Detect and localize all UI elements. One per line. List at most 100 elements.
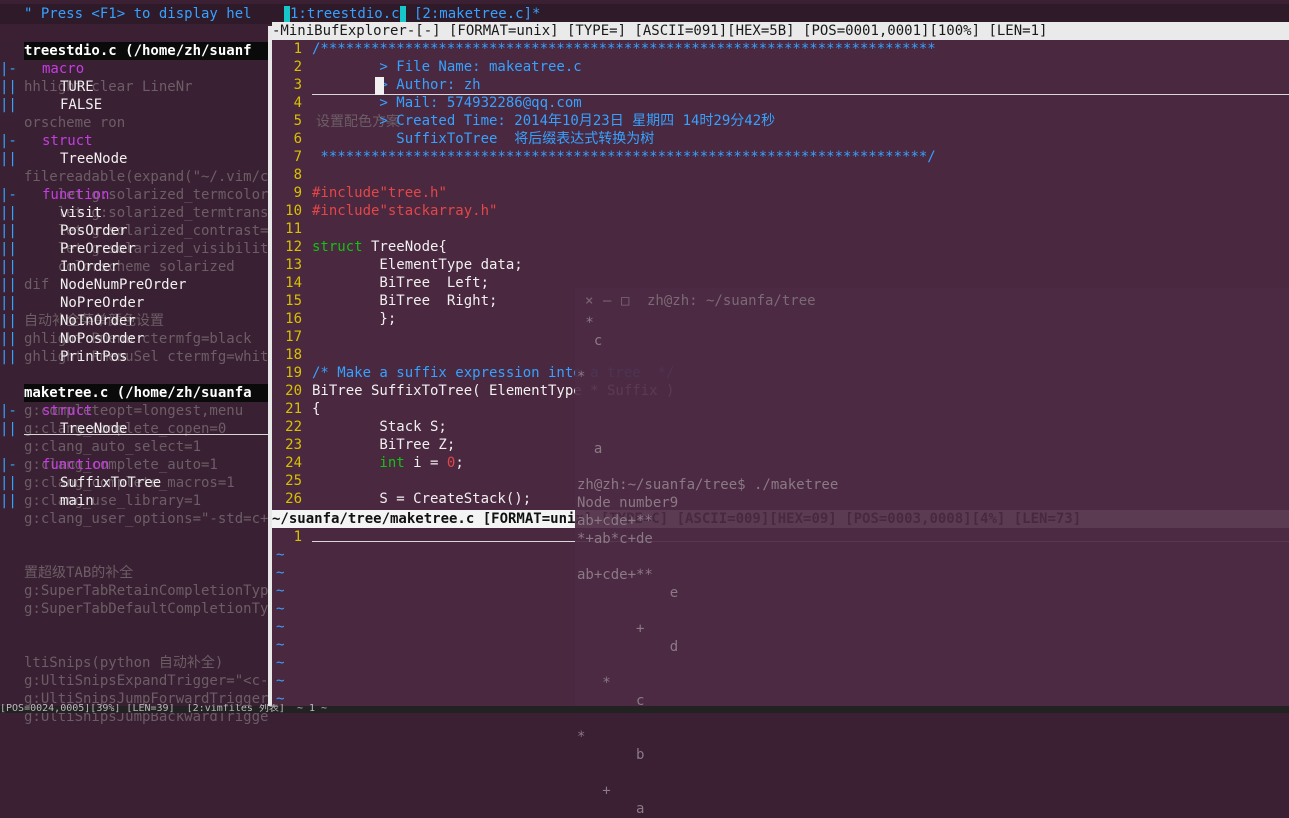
code-token: int bbox=[312, 455, 405, 471]
tag-item[interactable]: TreeNode bbox=[60, 420, 127, 438]
terminal-output[interactable]: * c * a zh@zh:~/suanfa/tree$ ./maketree Nod… bbox=[577, 314, 1287, 818]
line-number: 25 bbox=[285, 473, 302, 489]
fold-marker: |- bbox=[0, 457, 17, 473]
buffer-tab-treestdio[interactable]: 1:treestdio.c bbox=[282, 5, 408, 23]
code-line[interactable]: struct TreeNode{ bbox=[312, 238, 447, 256]
fold-marker: || bbox=[0, 205, 17, 221]
tag-item[interactable]: NodeNumPreOrder bbox=[60, 276, 186, 294]
code-line[interactable]: S = CreateStack(); bbox=[312, 490, 531, 508]
code-line[interactable]: #include"stackarray.h" bbox=[312, 202, 497, 220]
tag-category[interactable]: macro bbox=[42, 60, 84, 78]
terminal-line: * bbox=[577, 315, 594, 331]
minimize-icon[interactable]: – bbox=[603, 292, 611, 310]
terminal-titlebar[interactable]: × – □ zh@zh: ~/suanfa/tree bbox=[575, 288, 1289, 312]
maximize-icon[interactable]: □ bbox=[621, 292, 629, 310]
ghost-line: filereadable(expand("~/.vim/colors/solar… bbox=[24, 169, 268, 185]
text-cursor bbox=[375, 77, 384, 95]
tag-item[interactable]: NoPosOrder bbox=[60, 330, 144, 348]
line-number: 11 bbox=[285, 221, 302, 237]
tag-item[interactable]: FALSE bbox=[60, 96, 102, 114]
tag-item[interactable]: SuffixToTree bbox=[60, 474, 161, 492]
fold-marker: || bbox=[0, 97, 17, 113]
terminal-line: * bbox=[577, 729, 586, 745]
tag-item[interactable]: PrintPos bbox=[60, 348, 127, 366]
fold-marker: || bbox=[0, 241, 17, 257]
terminal-line: e bbox=[577, 585, 679, 601]
taglist-file-header[interactable]: treestdio.c (/home/zh/suanf bbox=[24, 42, 268, 60]
code-line[interactable]: ElementType data; bbox=[312, 256, 522, 274]
tag-item[interactable]: PreOreder bbox=[60, 240, 136, 258]
close-icon[interactable]: × bbox=[585, 292, 593, 310]
tag-item[interactable]: PosOrder bbox=[60, 222, 127, 240]
code-token: struct bbox=[312, 239, 363, 255]
tag-category[interactable]: function bbox=[42, 186, 109, 204]
code-token: SuffixToTree 将后缀表达式转换为树 bbox=[312, 131, 655, 147]
code-line[interactable]: }; bbox=[312, 310, 396, 328]
terminal-line: ab+cde+** bbox=[577, 567, 653, 583]
code-line[interactable]: BiTree Right; bbox=[312, 292, 497, 310]
code-token: #include bbox=[312, 203, 380, 219]
code-line[interactable]: > Author: zh bbox=[312, 76, 480, 94]
tag-category[interactable]: struct bbox=[42, 402, 93, 420]
taglist-file-header[interactable]: maketree.c (/home/zh/suanfa bbox=[24, 384, 268, 402]
tilde-marker: ~ bbox=[276, 601, 285, 617]
line-number: 14 bbox=[285, 275, 302, 291]
terminal-line: ab+cde+** bbox=[577, 513, 653, 529]
line-number: 18 bbox=[285, 347, 302, 363]
line-number: 5 bbox=[293, 113, 302, 129]
terminal-line: c bbox=[577, 333, 603, 349]
tag-category[interactable]: struct bbox=[42, 132, 93, 150]
ghost-line bbox=[24, 528, 268, 546]
code-line[interactable]: > Created Time: 2014年10月23日 星期四 14时29分42… bbox=[312, 112, 775, 130]
fold-marker: |- bbox=[0, 187, 17, 203]
code-line[interactable]: > Mail: 574932286@qq.com bbox=[312, 94, 581, 112]
code-line[interactable]: ****************************************… bbox=[312, 148, 935, 166]
code-line[interactable]: #include"tree.h" bbox=[312, 184, 447, 202]
tag-item[interactable]: TreeNode bbox=[60, 150, 127, 168]
ghost-line: g:SuperTabDefaultCompletionType="<C-X><C… bbox=[24, 601, 268, 617]
terminal-line: b bbox=[577, 747, 645, 763]
code-token: }; bbox=[312, 311, 397, 327]
bottom-status-text: [POS=0024,0005][39%] [LEN=39] [2:vimfile… bbox=[0, 704, 328, 713]
code-line[interactable]: BiTree Left; bbox=[312, 274, 489, 292]
tag-item[interactable]: NoPreOrder bbox=[60, 294, 144, 312]
terminal-line: + bbox=[577, 783, 611, 799]
fold-marker: || bbox=[0, 295, 17, 311]
tag-category[interactable]: function bbox=[42, 456, 109, 474]
code-line[interactable]: > File Name: makeatree.c bbox=[312, 58, 581, 76]
code-line[interactable]: BiTree Z; bbox=[312, 436, 455, 454]
fold-marker: || bbox=[0, 493, 17, 509]
tag-item[interactable]: main bbox=[60, 492, 94, 510]
code-token: BiTree Right; bbox=[312, 293, 498, 309]
code-line[interactable]: Stack S; bbox=[312, 418, 446, 436]
tag-item[interactable]: TURE bbox=[60, 78, 94, 96]
code-token: ; bbox=[455, 455, 464, 471]
fold-marker: |- bbox=[0, 61, 17, 77]
code-token: > Created Time: 2014年10月23日 星期四 14时29分42… bbox=[312, 113, 776, 129]
code-line[interactable]: SuffixToTree 将后缀表达式转换为树 bbox=[312, 130, 654, 148]
tag-item[interactable]: NoInOrder bbox=[60, 312, 136, 330]
tag-item[interactable]: InOrder bbox=[60, 258, 119, 276]
terminal-line: d bbox=[577, 639, 679, 655]
line-number: 1 bbox=[293, 529, 302, 545]
code-line[interactable]: int i = 0; bbox=[312, 454, 464, 472]
ghost-line bbox=[24, 636, 268, 654]
ghost-line: 置超级TAB的补全 bbox=[24, 565, 134, 581]
terminal-line: * bbox=[577, 675, 611, 691]
fold-marker: || bbox=[0, 349, 17, 365]
ghost-line bbox=[24, 546, 268, 564]
ghost-line: g:clang_user_options="-std=c++11" bbox=[24, 511, 268, 527]
fold-marker: |- bbox=[0, 403, 17, 419]
code-line[interactable]: { bbox=[312, 400, 320, 418]
help-hint: " Press <F1> to display hel bbox=[24, 6, 252, 22]
tag-item[interactable]: visit bbox=[60, 204, 102, 222]
fold-marker: || bbox=[0, 79, 17, 95]
ghost-line bbox=[24, 366, 268, 384]
code-line[interactable]: /***************************************… bbox=[312, 40, 936, 58]
buffer-tab-maketree[interactable]: [2:maketree.c]* bbox=[412, 5, 542, 23]
ghost-line: g:UltiSnipsExpandTrigger="<c-j>" bbox=[24, 673, 268, 689]
line-number: 22 bbox=[285, 419, 302, 435]
